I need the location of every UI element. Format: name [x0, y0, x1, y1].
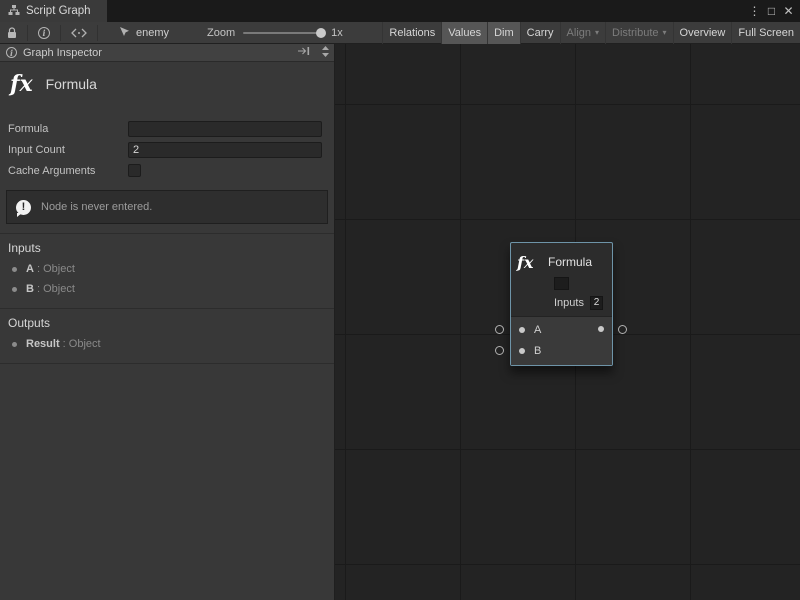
divider — [0, 363, 334, 364]
graph-cursor-icon — [119, 26, 130, 40]
spinner-icon[interactable] — [321, 45, 330, 61]
toolbar-separator — [60, 25, 61, 41]
toolbar-separator — [27, 25, 28, 41]
distribute-button[interactable]: Distribute — [605, 22, 672, 44]
cache-arguments-field-row: Cache Arguments — [0, 160, 334, 181]
fx-icon: fx — [517, 253, 548, 272]
maximize-icon[interactable]: □ — [763, 2, 780, 20]
inputs-heading: Inputs — [0, 234, 334, 259]
close-icon[interactable]: ✕ — [780, 2, 797, 20]
port-dot-icon — [12, 342, 17, 347]
port-label-a: A — [534, 324, 541, 336]
info-icon[interactable]: i — [31, 22, 57, 44]
graph-breadcrumb[interactable]: enemy — [119, 26, 169, 40]
input-port-a-icon[interactable] — [519, 327, 525, 333]
toolbar: i enemy Zoom 1x Relations Values Dim Car… — [0, 22, 800, 44]
zoom-slider[interactable] — [243, 32, 323, 34]
node-input-count[interactable]: 2 — [590, 296, 603, 310]
warning-icon: ! — [16, 200, 31, 215]
script-graph-icon — [8, 4, 20, 19]
tab-title: Script Graph — [26, 5, 91, 17]
toolbar-buttons: Relations Values Dim Carry Align Distrib… — [382, 22, 800, 44]
input-port-a-outer-circle[interactable] — [495, 325, 504, 334]
full-screen-button[interactable]: Full Screen — [731, 22, 800, 44]
output-port-result-icon[interactable] — [598, 326, 604, 332]
warning-text: Node is never entered. — [41, 201, 152, 213]
carry-button[interactable]: Carry — [520, 22, 560, 44]
formula-input[interactable] — [128, 121, 322, 137]
input-pin-a: A : Object — [0, 259, 334, 279]
lock-icon[interactable] — [0, 22, 24, 44]
node-formula-input[interactable] — [554, 277, 569, 290]
port-row-b: B — [511, 340, 612, 361]
output-pin-result: Result : Object — [0, 334, 334, 354]
values-button[interactable]: Values — [441, 22, 487, 44]
cache-arguments-checkbox[interactable] — [128, 164, 141, 177]
code-icon[interactable] — [64, 22, 94, 44]
graph-canvas[interactable]: fx Formula Inputs 2 A B — [335, 44, 800, 600]
pin-text: B : Object — [26, 283, 75, 295]
warning-box: ! Node is never entered. — [6, 190, 328, 224]
dim-button[interactable]: Dim — [487, 22, 520, 44]
relations-button[interactable]: Relations — [382, 22, 441, 44]
formula-field-label: Formula — [8, 123, 128, 135]
graph-name: enemy — [136, 27, 169, 39]
graph-inspector-panel: i Graph Inspector fx Formula Formula Inp… — [0, 44, 335, 600]
port-label-b: B — [534, 345, 541, 357]
formula-node-ports: A B — [511, 316, 612, 365]
port-row-a: A — [511, 319, 612, 340]
toolbar-separator — [97, 25, 98, 41]
dock-icon[interactable] — [297, 46, 310, 59]
node-inputs-label: Inputs — [554, 297, 584, 309]
tab-script-graph[interactable]: Script Graph — [0, 0, 107, 22]
overview-button[interactable]: Overview — [673, 22, 732, 44]
inspector-header: i Graph Inspector — [0, 44, 334, 62]
inspector-header-title: Graph Inspector — [23, 47, 102, 59]
cache-arguments-label: Cache Arguments — [8, 165, 128, 177]
outputs-heading: Outputs — [0, 309, 334, 334]
port-dot-icon — [12, 287, 17, 292]
formula-field-row: Formula — [0, 118, 334, 139]
zoom-value: 1x — [331, 27, 343, 39]
inspector-info-icon: i — [6, 47, 17, 58]
port-dot-icon — [12, 267, 17, 272]
zoom-label: Zoom — [207, 27, 235, 39]
fx-icon: fx — [10, 71, 33, 97]
window-controls: ⋮ □ ✕ — [746, 0, 800, 22]
kebab-menu-icon[interactable]: ⋮ — [746, 2, 763, 20]
zoom-control: Zoom 1x — [207, 27, 343, 39]
pin-text: Result : Object — [26, 338, 101, 350]
inspected-node-titlebar: fx Formula — [0, 62, 334, 106]
inspector-fields: Formula Input Count Cache Arguments — [0, 118, 334, 181]
pin-text: A : Object — [26, 263, 75, 275]
zoom-slider-handle[interactable] — [316, 28, 326, 38]
input-count-field-row: Input Count — [0, 139, 334, 160]
output-port-result-outer-circle[interactable] — [618, 325, 627, 334]
align-button[interactable]: Align — [560, 22, 605, 44]
input-count-label: Input Count — [8, 144, 128, 156]
titlebar-spacer — [107, 0, 746, 22]
input-port-b-outer-circle[interactable] — [495, 346, 504, 355]
formula-node-header[interactable]: fx Formula Inputs 2 — [511, 243, 612, 316]
input-port-b-icon[interactable] — [519, 348, 525, 354]
input-pin-b: B : Object — [0, 279, 334, 299]
titlebar: Script Graph ⋮ □ ✕ — [0, 0, 800, 22]
node-title: Formula — [548, 255, 592, 269]
formula-node[interactable]: fx Formula Inputs 2 A B — [510, 242, 613, 366]
input-count-input[interactable] — [128, 142, 322, 158]
inspected-node-title: Formula — [46, 76, 97, 92]
